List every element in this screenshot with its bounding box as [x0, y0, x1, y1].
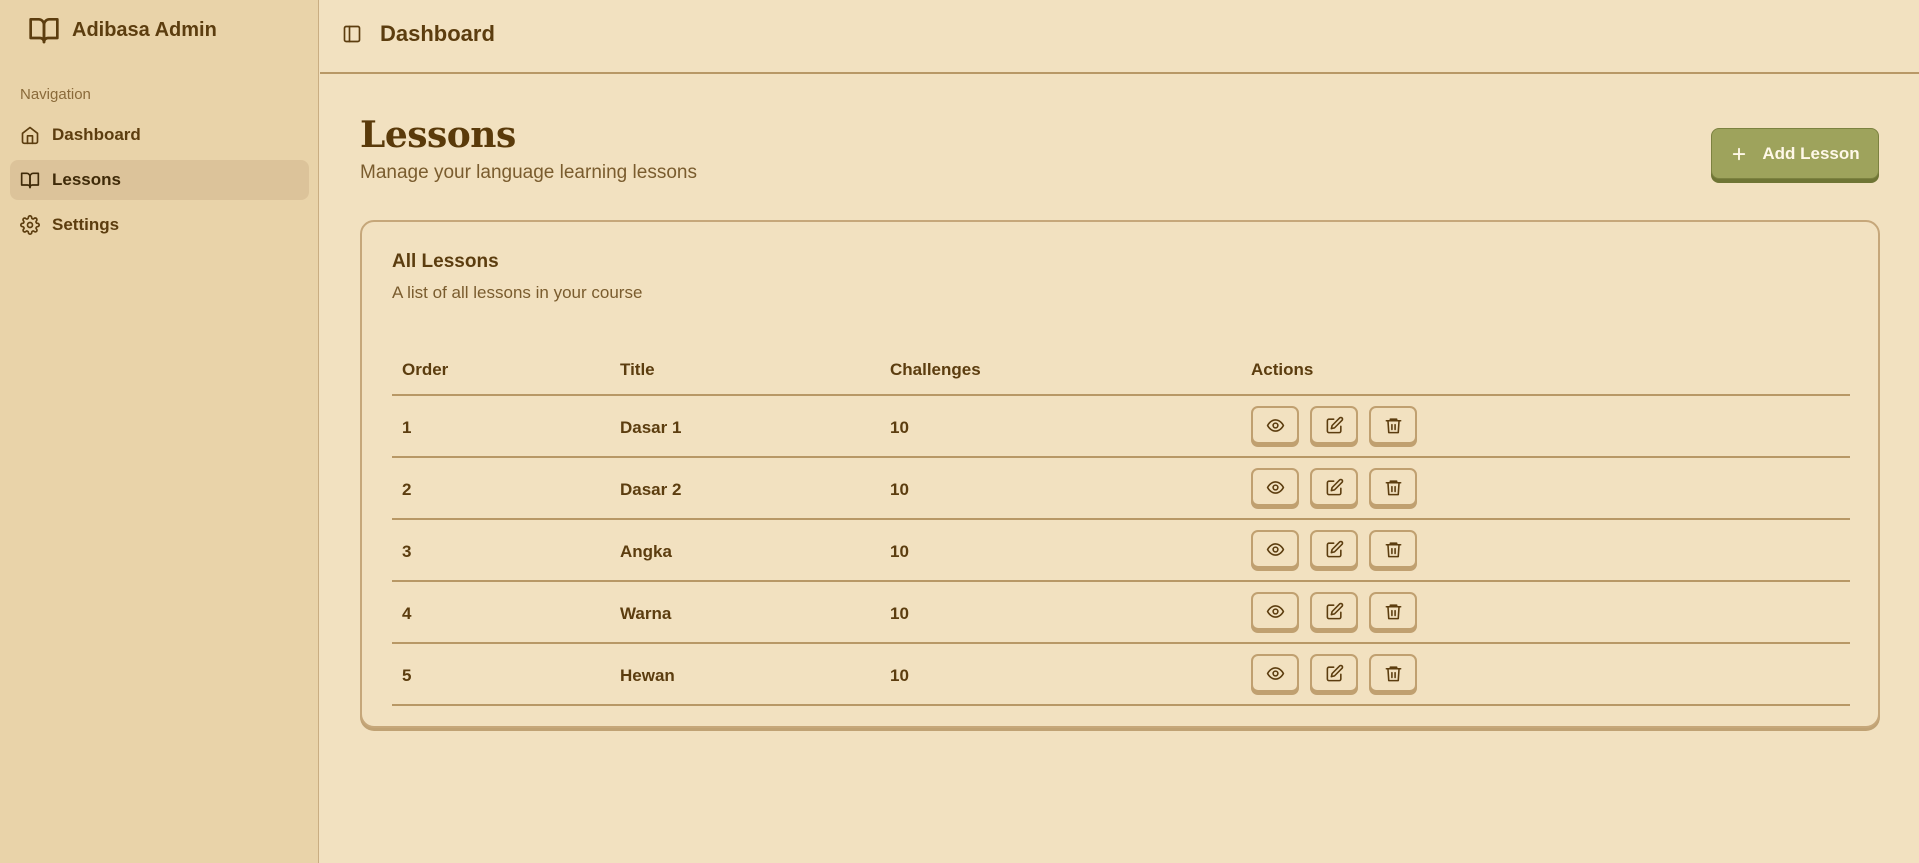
- sidebar-toggle-icon[interactable]: [342, 24, 362, 44]
- trash-icon: [1385, 603, 1401, 619]
- eye-icon: [1266, 542, 1284, 556]
- cell-title: Dasar 2: [620, 480, 682, 499]
- view-button[interactable]: [1251, 592, 1299, 630]
- row-actions: [1251, 592, 1417, 630]
- header-title: Dashboard: [380, 21, 495, 46]
- delete-button[interactable]: [1369, 530, 1417, 568]
- table-row: 5 Hewan 10: [392, 644, 1850, 706]
- row-actions: [1251, 530, 1417, 568]
- view-button[interactable]: [1251, 468, 1299, 506]
- column-header-challenges: Challenges: [890, 360, 981, 379]
- cell-challenges: 10: [890, 480, 909, 499]
- home-icon: [21, 126, 39, 145]
- cell-order: 3: [402, 542, 412, 561]
- edit-icon: [1326, 478, 1343, 495]
- sidebar-item-settings[interactable]: Settings: [10, 205, 309, 245]
- delete-button[interactable]: [1369, 468, 1417, 506]
- column-header-actions: Actions: [1251, 360, 1314, 379]
- delete-button[interactable]: [1369, 406, 1417, 444]
- edit-icon: [1326, 540, 1343, 557]
- cell-challenges: 10: [890, 666, 909, 685]
- lessons-card: All Lessons A list of all lessons in you…: [360, 220, 1880, 728]
- sidebar-item-dashboard[interactable]: Dashboard: [10, 115, 309, 155]
- gear-icon: [20, 215, 40, 235]
- table-row: 4 Warna 10: [392, 582, 1850, 644]
- edit-button[interactable]: [1310, 592, 1358, 630]
- sidebar-item-lessons[interactable]: Lessons: [10, 160, 309, 200]
- view-button[interactable]: [1251, 654, 1299, 692]
- trash-icon: [1385, 479, 1401, 495]
- eye-icon: [1266, 418, 1284, 432]
- trash-icon: [1385, 417, 1401, 433]
- column-header-order: Order: [402, 360, 449, 379]
- row-actions: [1251, 468, 1417, 506]
- book-icon: [29, 18, 59, 44]
- delete-button[interactable]: [1369, 654, 1417, 692]
- card-title: All Lessons: [392, 251, 499, 272]
- trash-icon: [1385, 665, 1401, 681]
- sidebar: Adibasa Admin Navigation Dashboard Lesso…: [0, 0, 319, 863]
- cell-title: Angka: [620, 542, 672, 561]
- table-row: 2 Dasar 2 10: [392, 458, 1850, 520]
- delete-button[interactable]: [1369, 592, 1417, 630]
- add-lesson-button[interactable]: Add Lesson: [1711, 128, 1879, 179]
- brand-name: Adibasa Admin: [72, 18, 217, 41]
- sidebar-item-label: Dashboard: [52, 125, 141, 144]
- edit-icon: [1326, 416, 1343, 433]
- edit-icon: [1326, 664, 1343, 681]
- card-description: A list of all lessons in your course: [392, 283, 643, 302]
- add-lesson-label: Add Lesson: [1762, 143, 1860, 163]
- page-subtitle: Manage your language learning lessons: [360, 162, 697, 183]
- eye-icon: [1266, 666, 1284, 680]
- cell-challenges: 10: [890, 542, 909, 561]
- cell-order: 1: [402, 418, 412, 437]
- lessons-table: Order Title Challenges Actions 1 Dasar 1…: [392, 340, 1850, 706]
- table-header: Order Title Challenges Actions: [392, 340, 1850, 396]
- row-actions: [1251, 654, 1417, 692]
- brand[interactable]: Adibasa Admin: [28, 14, 217, 46]
- view-button[interactable]: [1251, 406, 1299, 444]
- cell-challenges: 10: [890, 604, 909, 623]
- edit-button[interactable]: [1310, 406, 1358, 444]
- edit-button[interactable]: [1310, 654, 1358, 692]
- cell-challenges: 10: [890, 418, 909, 437]
- plus-icon: [1733, 147, 1746, 160]
- page-title: Lessons: [360, 114, 516, 156]
- top-bar: Dashboard: [320, 0, 1919, 74]
- cell-title: Warna: [620, 604, 672, 623]
- edit-button[interactable]: [1310, 468, 1358, 506]
- sidebar-item-label: Settings: [52, 215, 120, 234]
- table-row: 1 Dasar 1 10: [392, 396, 1850, 458]
- trash-icon: [1385, 541, 1401, 557]
- cell-title: Dasar 1: [620, 418, 682, 437]
- eye-icon: [1266, 480, 1284, 494]
- book-icon: [20, 172, 40, 189]
- cell-title: Hewan: [620, 666, 675, 685]
- eye-icon: [1266, 604, 1284, 618]
- sidebar-item-label: Lessons: [52, 170, 121, 189]
- cell-order: 2: [402, 480, 412, 499]
- edit-icon: [1326, 602, 1343, 619]
- table-row: 3 Angka 10: [392, 520, 1850, 582]
- cell-order: 5: [402, 666, 412, 685]
- cell-order: 4: [402, 604, 412, 623]
- edit-button[interactable]: [1310, 530, 1358, 568]
- column-header-title: Title: [620, 360, 655, 379]
- row-actions: [1251, 406, 1417, 444]
- nav-heading: Navigation: [20, 86, 91, 103]
- view-button[interactable]: [1251, 530, 1299, 568]
